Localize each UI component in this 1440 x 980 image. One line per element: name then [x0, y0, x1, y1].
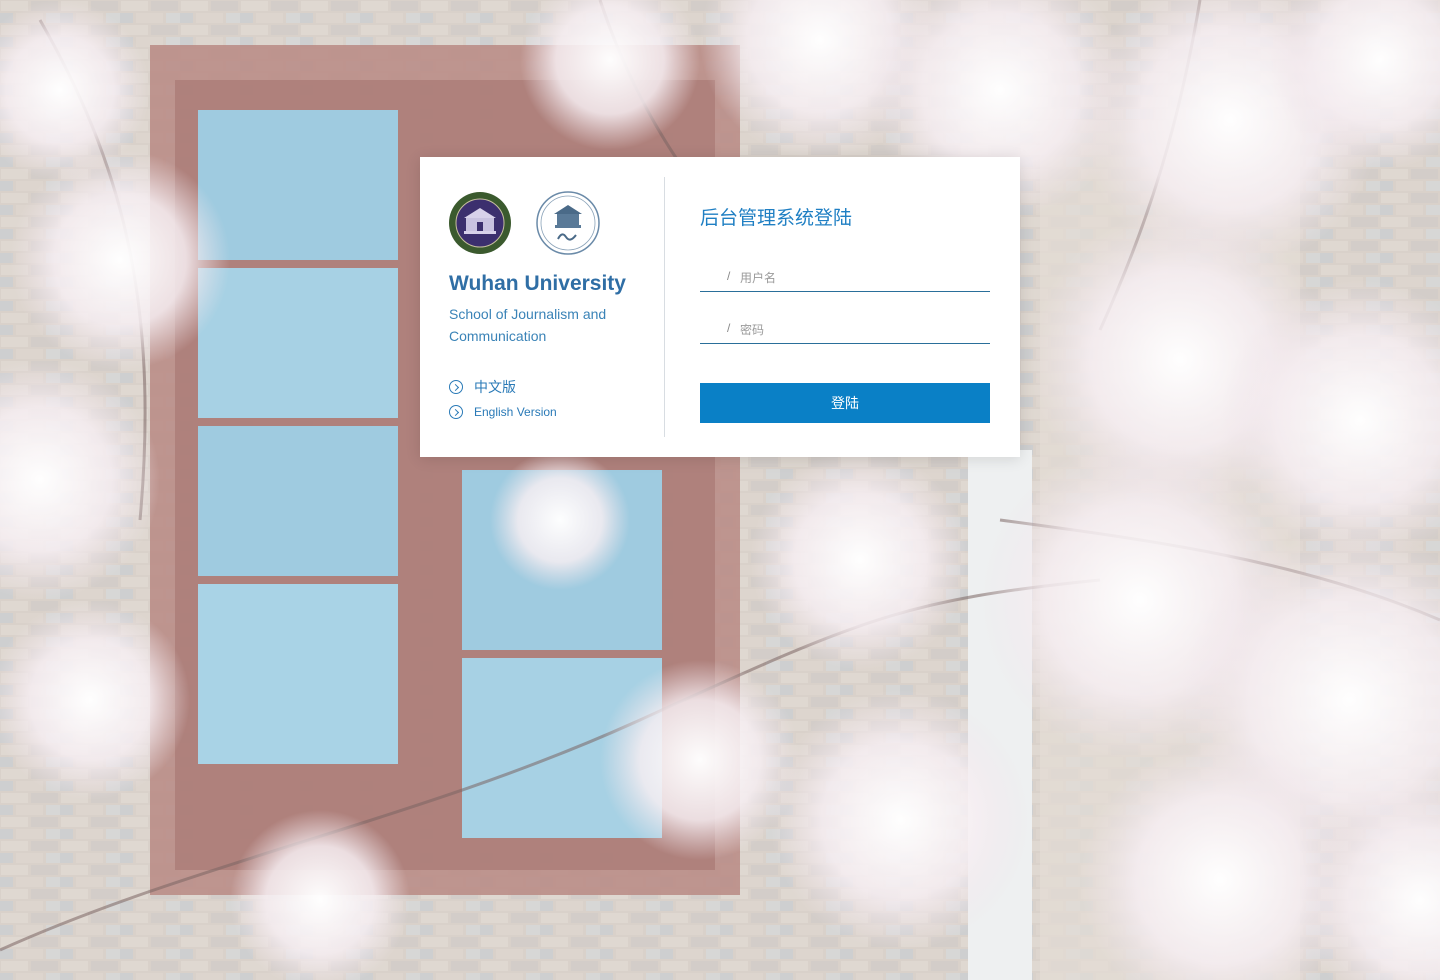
english-version-link[interactable]: English Version [449, 405, 557, 419]
password-field: / [700, 319, 990, 344]
wuhan-university-seal-logo [448, 191, 512, 255]
password-input[interactable] [740, 319, 980, 341]
login-title: 后台管理系统登陆 [700, 208, 853, 229]
brand-panel: Wuhan University School of Journalism an… [420, 157, 664, 457]
english-version-label: English Version [474, 405, 557, 419]
login-card: Wuhan University School of Journalism an… [420, 157, 1020, 457]
chinese-version-link[interactable]: 中文版 [449, 377, 516, 397]
login-button[interactable]: 登陆 [700, 383, 990, 423]
circle-chevron-right-icon [449, 380, 463, 394]
chinese-version-label: 中文版 [474, 379, 516, 395]
card-divider [664, 177, 665, 437]
password-prefix: / [727, 321, 731, 335]
login-form: 后台管理系统登陆 / / 登陆 [700, 157, 990, 457]
university-name: Wuhan University [449, 272, 626, 295]
background-photo [0, 0, 1440, 980]
username-input[interactable] [740, 267, 980, 289]
username-prefix: / [727, 269, 731, 283]
school-seal-logo [536, 191, 600, 255]
school-name: School of Journalism and Communication [449, 306, 607, 344]
username-field: / [700, 267, 990, 292]
circle-chevron-right-icon [449, 405, 463, 419]
